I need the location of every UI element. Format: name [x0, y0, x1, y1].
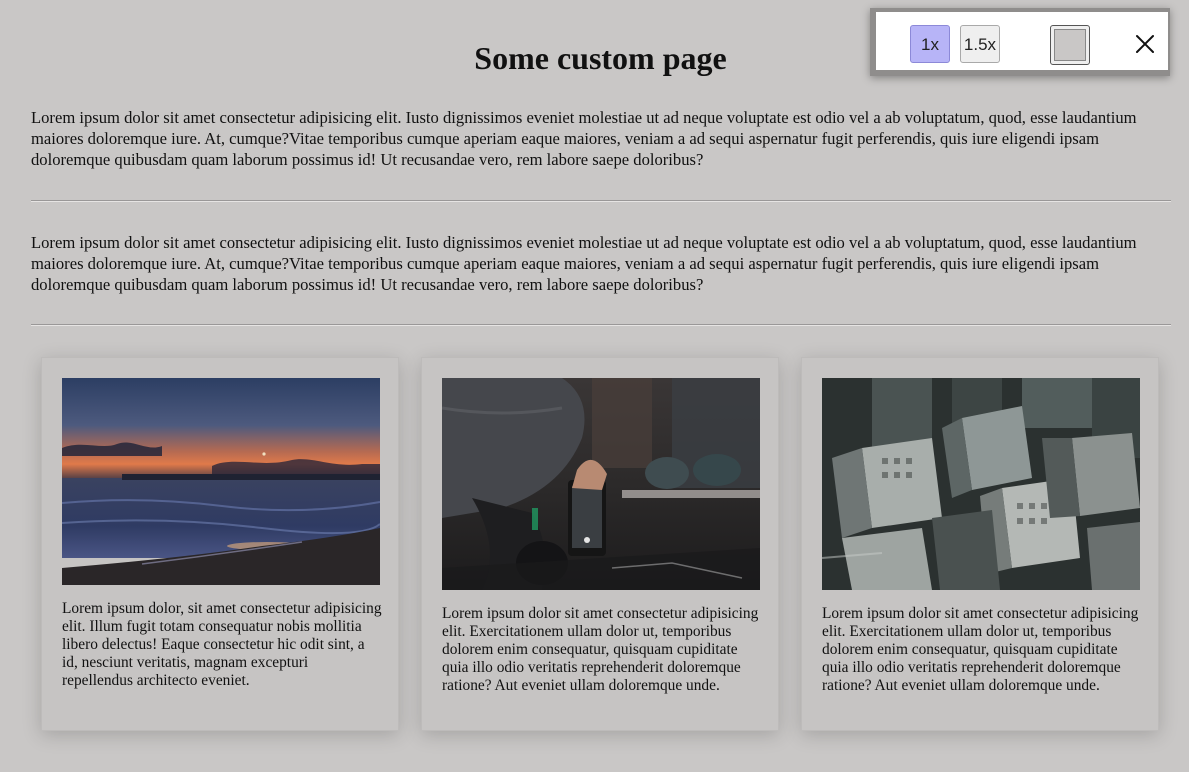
color-swatch [1054, 29, 1086, 61]
card: Lorem ipsum dolor, sit amet consectetur … [41, 357, 399, 731]
toolbar-panel: 1x 1.5x [876, 12, 1168, 70]
background-color-picker[interactable] [1050, 25, 1090, 65]
second-paragraph: Lorem ipsum dolor sit amet consectetur a… [31, 233, 1137, 294]
card-text: Lorem ipsum dolor, sit amet consectetur … [62, 600, 382, 689]
zoom-toolbar: 1x 1.5x [870, 8, 1170, 76]
card-text: Lorem ipsum dolor sit amet consectetur a… [442, 605, 759, 694]
divider [31, 324, 1171, 326]
divider [31, 200, 1171, 202]
close-icon[interactable] [1134, 33, 1156, 55]
card: Lorem ipsum dolor sit amet consectetur a… [421, 357, 779, 731]
card: Lorem ipsum dolor sit amet consectetur a… [801, 357, 1159, 731]
zoom-1x-button[interactable]: 1x [910, 25, 950, 63]
card-text: Lorem ipsum dolor sit amet consectetur a… [822, 605, 1139, 694]
city-aerial-photo [822, 378, 1140, 590]
zoom-1-5x-button[interactable]: 1.5x [960, 25, 1000, 63]
phone-photographer-photo [442, 378, 760, 590]
page: Some custom page Lorem ipsum dolor sit a… [0, 0, 1189, 772]
sunset-beach-photo [62, 378, 380, 585]
intro-paragraph: Lorem ipsum dolor sit amet consectetur a… [31, 108, 1137, 169]
